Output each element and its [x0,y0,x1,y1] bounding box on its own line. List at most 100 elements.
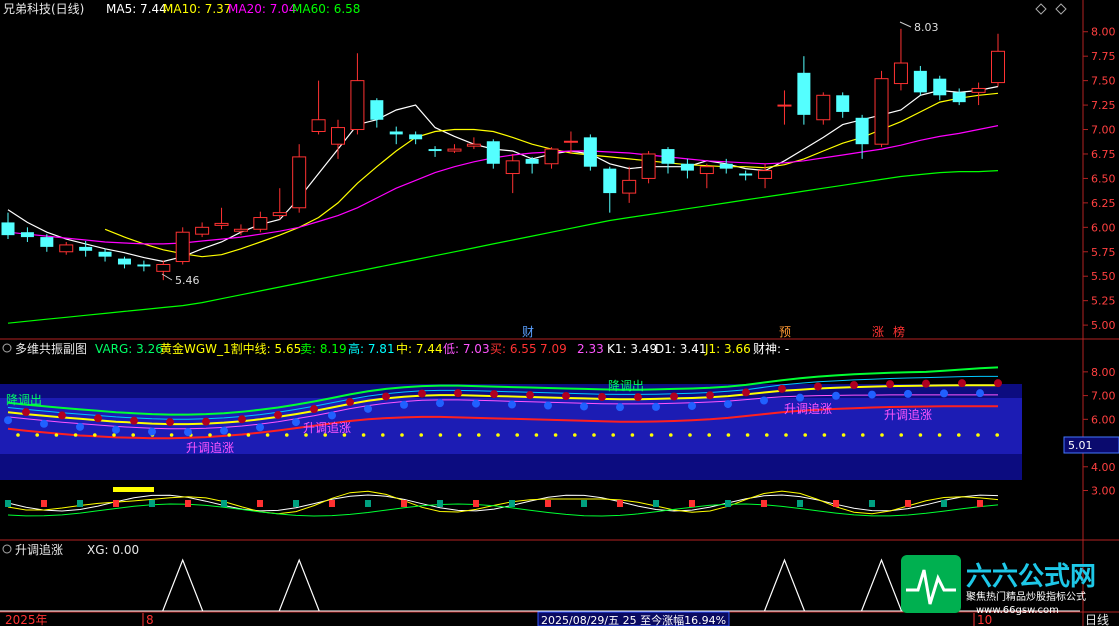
candle [233,224,248,236]
ma10-label: MA10: 7.37 [163,2,231,16]
red-dot [94,414,102,423]
stock-title[interactable]: 兄弟科技(日线) [3,2,84,16]
osc-bar [725,500,731,507]
candle-body [350,80,365,131]
y-tick-label: 3.00 [1091,485,1116,498]
candle [59,241,74,255]
candle-body [98,251,112,257]
yellow-dot [265,433,270,437]
candle-body [739,173,753,176]
candle-body [331,127,345,145]
y-tick-label: 8.00 [1091,26,1116,39]
y-tick-label: 8.00 [1091,366,1116,379]
main-y-ticks: 8.00 7.75 7.50 7.25 7.00 6.75 6.50 6.25 6.00 5.75… [1083,26,1116,332]
osc-bar [653,500,659,507]
osc-bar [689,500,695,507]
blue-dot [220,426,228,435]
candle [505,153,520,194]
candle-body [79,246,93,251]
indicator-menu-icon[interactable] [2,544,12,554]
candle [370,98,384,128]
osc-bar [257,500,263,507]
y-tick-label: 5.00 [1091,319,1116,332]
mid-label: 中: 7.44 [396,341,443,356]
candle [583,134,597,171]
candle [913,65,927,96]
y-tick-label: 4.00 [1091,461,1116,474]
footer-year: 2025年 [5,613,48,626]
xg-title[interactable]: 升调追涨 [15,542,63,557]
blue-dot [40,419,48,428]
candle-body [59,244,74,253]
diamond-icon[interactable] [1055,3,1067,15]
down-signal-label: 降调出 [608,379,644,393]
osc-bar [437,500,443,507]
sub-header: 多维共振副图 VARG: 3.26 黄金WGW_1割中线: 5.65 卖: 8.… [2,341,789,356]
candle-body [855,117,869,145]
indicator-menu-icon[interactable] [2,343,12,353]
blue-dot [436,399,444,408]
candle-body [874,78,889,145]
candle [525,156,539,174]
candle-body [40,237,54,247]
y-tick-label: 7.00 [1091,124,1116,137]
yellow-dot [54,433,59,437]
main-panel: 8.00 7.75 7.50 7.25 7.00 6.75 6.50 6.25 6.00 5.75… [0,0,1119,626]
candle [214,207,229,230]
yellow-dot [937,433,942,437]
candle [816,92,831,125]
candle-body [893,62,908,85]
watermark-slogan: 聚焦热门精品炒股指标公式 [966,590,1086,603]
blue-dot [868,390,876,399]
candle [971,82,986,106]
xg-signal-spike [860,558,903,612]
candle [350,53,365,135]
yellow-dot [246,433,251,437]
yellow-dot [112,433,116,437]
candle-body [214,222,229,226]
red-dot [778,384,786,393]
event-marker-cai[interactable]: 财 [522,325,534,339]
down-signal-label: 降调出 [6,393,42,407]
event-marker-yu[interactable]: 预 [779,325,791,339]
candle-body [20,232,34,238]
candle-body [719,163,733,169]
sub-panel: 8.00 7.00 6.00 4.00 3.00 5.01 降调出 降调出 升调追涨 升… [0,341,1119,517]
y-tick-label: 7.50 [1091,75,1116,88]
yellow-dot [688,433,692,437]
candle-body [758,170,773,179]
ma-line-ma5 [7,85,999,263]
red-dot [274,410,282,419]
candle [272,188,287,220]
xg-signal-spike [763,558,806,612]
yellow-dot [208,433,212,437]
candle-body [525,158,539,164]
event-marker-zhang[interactable]: 涨 [872,324,884,339]
up-signal-label: 升调追涨 [784,401,832,416]
diamond-icon[interactable] [1035,3,1047,15]
sub-y-ticks: 8.00 7.00 6.00 4.00 3.00 [1083,366,1116,498]
osc-bar [905,500,911,507]
low-value-label: 低: 7.03 [443,342,490,356]
value-8-label: 2.33 [577,342,604,356]
osc-bar [185,500,191,507]
candle [622,166,637,203]
yellow-dot [669,433,673,437]
candle-body [466,143,481,147]
candle-body [409,134,423,140]
yellow-dot [73,433,78,437]
footer-period[interactable]: 日线 [1085,613,1109,626]
red-dot [814,382,822,391]
osc-line-d [7,490,999,515]
sub-title[interactable]: 多维共振副图 [15,342,87,356]
y-tick-label: 6.00 [1091,413,1116,426]
red-dot [130,416,138,425]
event-marker-bang[interactable]: 榜 [893,324,905,339]
candle-body [117,258,131,265]
red-dot [958,379,966,388]
osc-bar [869,500,875,507]
blue-dot [904,389,912,398]
candle-body [486,141,500,164]
yellow-dot [726,433,731,437]
yellow-dot [611,433,615,437]
